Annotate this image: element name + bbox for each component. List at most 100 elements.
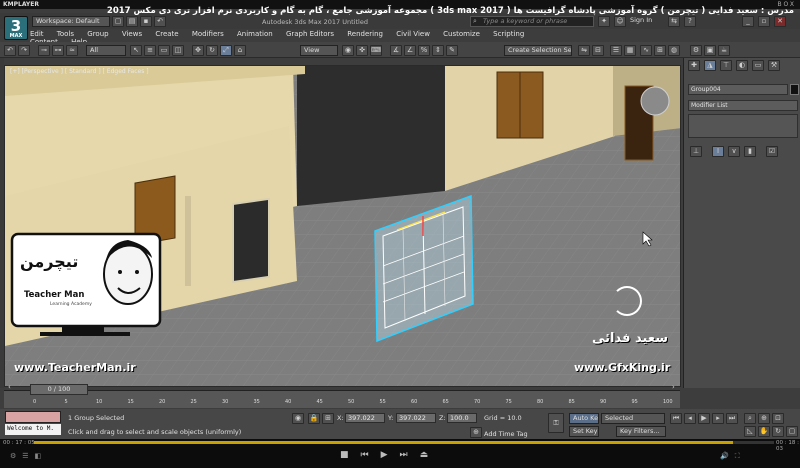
menu-rendering[interactable]: Rendering	[347, 30, 383, 38]
move-icon[interactable]: ✥	[192, 45, 204, 56]
object-name-field[interactable]: Group004	[688, 84, 788, 95]
material-editor-icon[interactable]: ◍	[668, 45, 680, 56]
percent-snap-icon[interactable]: %	[418, 45, 430, 56]
open-file-icon[interactable]: ▤	[126, 16, 138, 27]
orbit-icon[interactable]: ↻	[772, 426, 784, 437]
workspace-dropdown[interactable]: Workspace: Default	[32, 16, 110, 27]
slider-prev-icon[interactable]: ‹	[8, 383, 11, 391]
selection-set-dropdown[interactable]: Create Selection Se	[504, 45, 572, 56]
next-frame-icon[interactable]: ▸	[712, 413, 724, 424]
lock-selection-icon[interactable]: 🔒	[308, 413, 320, 424]
user-icon[interactable]: ☺	[614, 16, 626, 27]
menu-modifiers[interactable]: Modifiers	[192, 30, 224, 38]
add-time-tag[interactable]: Add Time Tag	[484, 430, 528, 438]
rotate-icon[interactable]: ↻	[206, 45, 218, 56]
create-tab-icon[interactable]: ✚	[688, 60, 700, 71]
modifier-list-dropdown[interactable]: Modifier List	[688, 100, 798, 111]
menu-views[interactable]: Views	[122, 30, 142, 38]
place-icon[interactable]: ⌂	[234, 45, 246, 56]
remove-modifier-icon[interactable]: ▮	[744, 146, 756, 157]
close-icon[interactable]: ✕	[774, 16, 786, 27]
z-coordinate-field[interactable]: 100.0	[447, 413, 477, 423]
bind-space-warp-icon[interactable]: ≈	[66, 45, 78, 56]
utilities-tab-icon[interactable]: ⚒	[768, 60, 780, 71]
transform-mode-icon[interactable]: ⊞	[322, 413, 334, 424]
exchange-icon[interactable]: ⇆	[668, 16, 680, 27]
goto-end-icon[interactable]: ⏭	[726, 413, 738, 424]
player-prev-icon[interactable]: ⏮	[361, 450, 381, 460]
object-color-swatch[interactable]	[790, 84, 799, 95]
infocenter-icon[interactable]: ✦	[598, 16, 610, 27]
display-tab-icon[interactable]: ▭	[752, 60, 764, 71]
viewport-label[interactable]: [+] [Perspective ] [ Standard ] [ Edged …	[10, 68, 149, 75]
isolate-icon[interactable]: ◉	[292, 413, 304, 424]
sign-in-link[interactable]: Sign In	[630, 16, 652, 24]
region-select-icon[interactable]: ▭	[158, 45, 170, 56]
pan-icon[interactable]: ✋	[758, 426, 770, 437]
keyboard-shortcut-icon[interactable]: ⌨	[370, 45, 382, 56]
undo-icon[interactable]: ↶	[154, 16, 166, 27]
save-file-icon[interactable]: ▪	[140, 16, 152, 27]
fov-icon[interactable]: ◺	[744, 426, 756, 437]
maximize-icon[interactable]: ▫	[758, 16, 770, 27]
prev-frame-icon[interactable]: ◂	[684, 413, 696, 424]
schematic-view-icon[interactable]: ⊞	[654, 45, 666, 56]
app-logo-button[interactable]: 3 MAX	[4, 16, 28, 40]
render-icon[interactable]: ☕	[718, 45, 730, 56]
select-by-name-icon[interactable]: ≡	[144, 45, 156, 56]
y-coordinate-field[interactable]: 397.022	[396, 413, 436, 423]
minimize-icon[interactable]: _	[742, 16, 754, 27]
curve-editor-icon[interactable]: ∿	[640, 45, 652, 56]
unlink-icon[interactable]: ⊶	[52, 45, 64, 56]
link-icon[interactable]: ⊸	[38, 45, 50, 56]
help-icon[interactable]: ?	[684, 16, 696, 27]
snap-toggle-icon[interactable]: ∡	[390, 45, 402, 56]
rendered-frame-icon[interactable]: ▣	[704, 45, 716, 56]
modifier-stack[interactable]	[688, 114, 798, 138]
maxscript-welcome[interactable]: Welcome to M.	[5, 424, 61, 435]
reference-coordinate-dropdown[interactable]: View	[300, 45, 338, 56]
scene-explorer-icon[interactable]: ☰	[610, 45, 622, 56]
player-volume-icon[interactable]: 🔊	[720, 452, 735, 460]
menu-edit[interactable]: Edit	[30, 30, 44, 38]
make-unique-icon[interactable]: ∨	[728, 146, 740, 157]
time-slider[interactable]: 0 / 100	[30, 384, 88, 395]
select-manipulate-icon[interactable]: ✜	[356, 45, 368, 56]
mirror-icon[interactable]: ⇋	[578, 45, 590, 56]
angle-snap-icon[interactable]: ∠	[404, 45, 416, 56]
player-3d-icon[interactable]: ◧	[35, 452, 48, 460]
search-input[interactable]: Type a keyword or phrase	[470, 16, 594, 27]
menu-civil-view[interactable]: Civil View	[396, 30, 430, 38]
menu-graph-editors[interactable]: Graph Editors	[286, 30, 334, 38]
maximize-viewport-icon[interactable]: ▢	[786, 426, 798, 437]
modify-tab-icon[interactable]: ◮	[704, 60, 716, 71]
menu-customize[interactable]: Customize	[443, 30, 480, 38]
time-tag-icon[interactable]: ⊕	[470, 427, 482, 438]
spinner-snap-icon[interactable]: ⇕	[432, 45, 444, 56]
named-selection-icon[interactable]: ✎	[446, 45, 458, 56]
selection-filter-dropdown[interactable]: All	[86, 45, 126, 56]
menu-group[interactable]: Group	[87, 30, 108, 38]
zoom-icon[interactable]: ⌕	[744, 413, 756, 424]
hierarchy-tab-icon[interactable]: ⊤	[720, 60, 732, 71]
pin-stack-icon[interactable]: ⊥	[690, 146, 702, 157]
undo-toolbar-icon[interactable]: ↶	[4, 45, 16, 56]
pivot-center-icon[interactable]: ◉	[342, 45, 354, 56]
configure-sets-icon[interactable]: ☑	[766, 146, 778, 157]
key-selection-dropdown[interactable]: Selected	[601, 413, 665, 424]
menu-create[interactable]: Create	[155, 30, 178, 38]
player-next-icon[interactable]: ⏭	[400, 450, 420, 460]
layer-explorer-icon[interactable]: ▦	[624, 45, 636, 56]
slider-next-icon[interactable]: ›	[672, 383, 675, 391]
player-eject-icon[interactable]: ⏏	[420, 450, 441, 460]
maxscript-listener[interactable]	[5, 411, 61, 423]
auto-key-button[interactable]: Auto Key	[569, 413, 599, 424]
menu-tools[interactable]: Tools	[57, 30, 74, 38]
menu-animation[interactable]: Animation	[237, 30, 273, 38]
set-key-button[interactable]: Set Key	[569, 426, 599, 437]
set-key-large-icon[interactable]: ⚿	[548, 413, 564, 433]
select-object-icon[interactable]: ↖	[130, 45, 142, 56]
player-playlist-icon[interactable]: ☰	[22, 452, 34, 460]
player-stop-icon[interactable]: ■	[340, 450, 361, 460]
x-coordinate-field[interactable]: 397.022	[345, 413, 385, 423]
